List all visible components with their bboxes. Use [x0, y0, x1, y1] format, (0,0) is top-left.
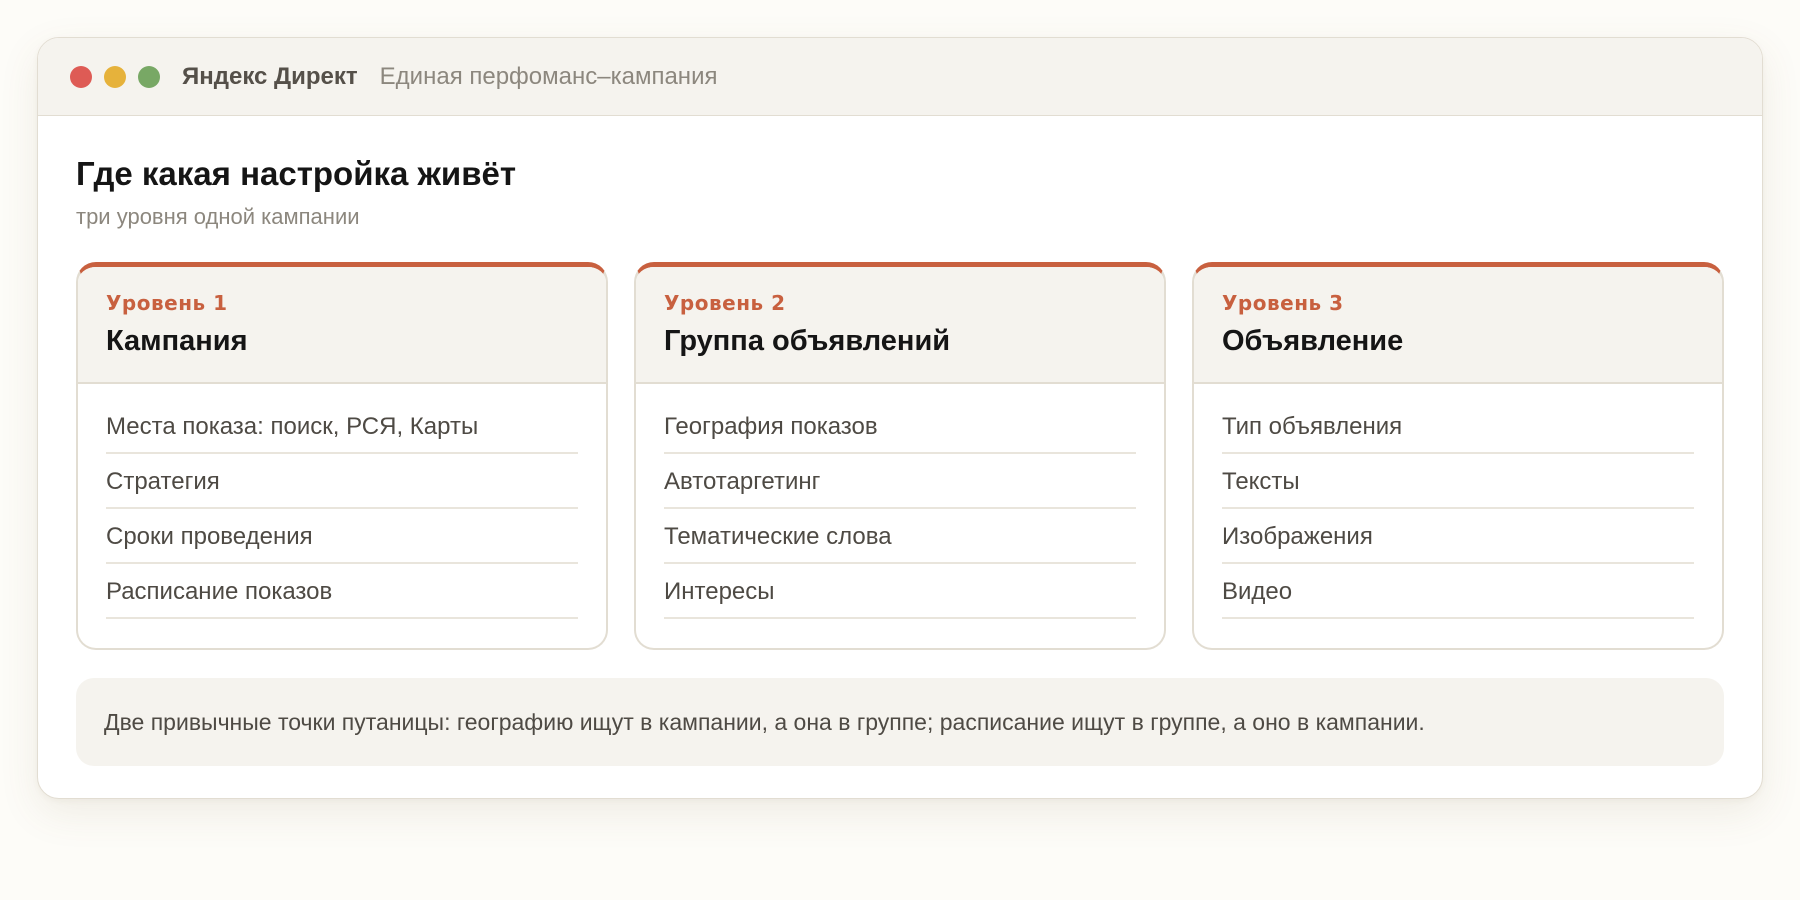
maximize-window-button[interactable] — [138, 65, 160, 88]
card-header: Уровень 2 Группа объявлений — [636, 267, 1164, 384]
minimize-window-button[interactable] — [104, 65, 126, 88]
list-item: Автотаргетинг — [664, 454, 1136, 509]
settings-list: Места показа: поиск, РСЯ, Карты Стратеги… — [78, 384, 606, 619]
info-note: Две привычные точки путаницы: географию … — [76, 678, 1724, 766]
card-ad-level: Уровень 3 Объявление Тип объявления Текс… — [1192, 262, 1724, 650]
list-item: Места показа: поиск, РСЯ, Карты — [106, 399, 578, 454]
card-header: Уровень 1 Кампания — [78, 267, 606, 384]
settings-list: Тип объявления Тексты Изображения Видео — [1194, 384, 1722, 619]
app-name: Яндекс Директ — [182, 62, 358, 90]
list-item: Видео — [1222, 564, 1694, 619]
card-adgroup-level: Уровень 2 Группа объявлений География по… — [634, 262, 1166, 650]
list-item: Тематические слова — [664, 509, 1136, 564]
level-label: Уровень 2 — [664, 291, 786, 315]
list-item: Стратегия — [106, 454, 578, 509]
list-item: Сроки проведения — [106, 509, 578, 564]
list-item: География показов — [664, 399, 1136, 454]
level-label: Уровень 3 — [1222, 291, 1344, 315]
card-title: Группа объявлений — [664, 325, 951, 357]
list-item: Расписание показов — [106, 564, 578, 619]
close-window-button[interactable] — [70, 65, 92, 88]
settings-list: География показов Автотаргетинг Тематиче… — [636, 384, 1164, 619]
card-campaign-level: Уровень 1 Кампания Места показа: поиск, … — [76, 262, 608, 650]
page-subtitle: три уровня одной кампании — [76, 204, 360, 229]
window-subtitle: Единая перфоманс–кампания — [379, 62, 718, 90]
list-item: Интересы — [664, 564, 1136, 619]
app-window: Яндекс Директ Единая перфоманс–кампания … — [37, 37, 1763, 799]
card-title: Кампания — [106, 325, 248, 357]
page-title: Где какая настройка живёт — [76, 155, 517, 192]
level-cards: Уровень 1 Кампания Места показа: поиск, … — [76, 262, 1724, 650]
level-label: Уровень 1 — [106, 291, 228, 315]
title-bar: Яндекс Директ Единая перфоманс–кампания — [38, 38, 1762, 116]
list-item: Тексты — [1222, 454, 1694, 509]
card-header: Уровень 3 Объявление — [1194, 267, 1722, 384]
card-title: Объявление — [1222, 325, 1404, 357]
list-item: Изображения — [1222, 509, 1694, 564]
main-content: Где какая настройка живёт три уровня одн… — [38, 116, 1762, 766]
list-item: Тип объявления — [1222, 399, 1694, 454]
